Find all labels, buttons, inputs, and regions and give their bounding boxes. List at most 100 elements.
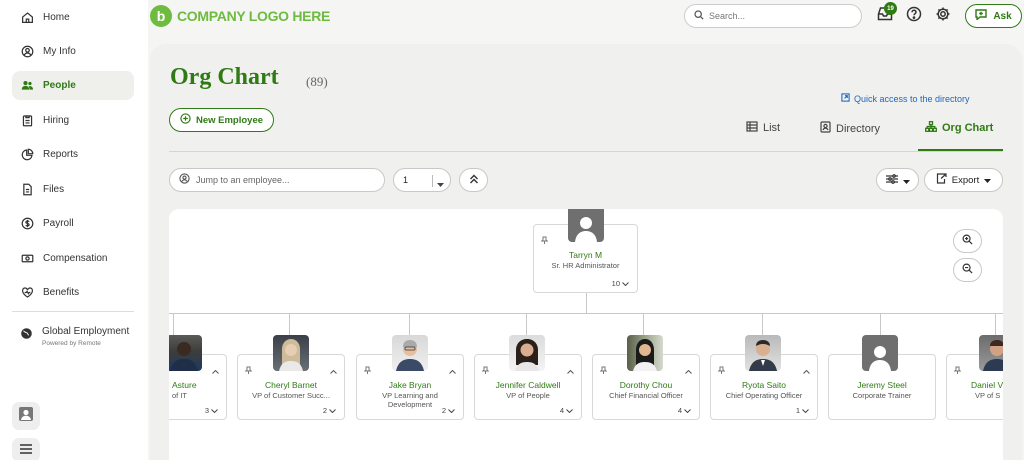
quick-access-link[interactable]: Quick access to the directory	[841, 93, 970, 104]
global-employment-subtitle: Powered by Remote	[42, 340, 101, 347]
zoom-in-button[interactable]	[953, 229, 982, 253]
sidebar-item-people[interactable]: People	[12, 71, 134, 100]
user-avatar-button[interactable]	[12, 402, 40, 430]
sidebar-item-my-info[interactable]: My Info	[12, 37, 134, 66]
org-chart-icon	[925, 121, 942, 135]
employee-title: Corporate Trainer	[852, 391, 912, 400]
home-icon	[20, 11, 34, 25]
sidebar-item-payroll[interactable]: Payroll	[12, 209, 134, 238]
collapse-all-button[interactable]	[459, 168, 488, 192]
avatar-placeholder	[862, 335, 898, 371]
tab-directory[interactable]: Directory	[820, 121, 880, 136]
levels-select[interactable]: 1	[393, 168, 451, 192]
employee-photo	[979, 335, 1003, 371]
connector	[880, 313, 881, 335]
connector	[643, 313, 644, 335]
export-button[interactable]: Export	[924, 168, 1003, 192]
employee-title: Sr. HR Administrator	[551, 261, 620, 270]
zoom-out-icon	[962, 261, 973, 279]
sidebar-item-files[interactable]: Files	[12, 175, 134, 204]
pin-icon	[540, 231, 549, 249]
gear-icon	[935, 6, 951, 27]
pin-icon	[363, 361, 372, 379]
employee-photo	[169, 335, 202, 371]
chevron-down-icon	[802, 406, 809, 415]
sidebar-item-home[interactable]: Home	[12, 3, 134, 32]
tab-list[interactable]: List	[746, 121, 780, 135]
caret-down-icon	[984, 175, 992, 186]
employee-count: (89)	[306, 74, 328, 89]
tab-org-chart[interactable]: Org Chart	[925, 121, 993, 135]
chevron-up-icon	[685, 361, 692, 379]
user-icon	[18, 406, 34, 427]
pin-icon	[481, 361, 490, 379]
employee-title: VP of People	[506, 391, 550, 400]
ask-button[interactable]: Ask	[965, 4, 1022, 28]
employee-name: Daniel V	[971, 380, 1003, 390]
sidebar-item-reports[interactable]: Reports	[12, 140, 134, 169]
jump-input[interactable]	[196, 175, 376, 185]
pin-icon	[717, 361, 726, 379]
employee-title: of IT	[172, 391, 188, 400]
zoom-in-icon	[962, 232, 973, 250]
zoom-out-button[interactable]	[953, 258, 982, 282]
caret-down-icon	[437, 179, 444, 189]
help-button[interactable]	[904, 6, 924, 26]
select-separator	[432, 175, 433, 187]
employee-title: VP of Customer Succ...	[252, 391, 330, 400]
connector-root	[586, 292, 587, 313]
employee-name: Jeremy Steel	[857, 380, 907, 390]
sidebar-item-compensation[interactable]: Compensation	[12, 244, 134, 273]
sliders-icon	[885, 171, 898, 189]
org-chart-canvas[interactable]: Tarryn M Sr. HR Administrator 10 Asture …	[169, 209, 1003, 460]
direct-reports-toggle[interactable]: 2	[442, 406, 455, 415]
avatar-placeholder	[568, 209, 604, 242]
sidebar-item-global-employment[interactable]: Global Employment Powered by Remote	[20, 326, 129, 347]
pie-chart-icon	[20, 148, 34, 162]
employee-title: VP of S	[975, 391, 1001, 400]
tabs-divider	[169, 151, 1003, 152]
employee-name: Dorothy Chou	[619, 380, 673, 390]
direct-reports-toggle[interactable]: 1	[796, 406, 809, 415]
sidebar-item-benefits[interactable]: Benefits	[12, 278, 134, 307]
chevron-down-icon	[211, 406, 218, 415]
help-icon	[906, 6, 922, 27]
direct-reports-toggle[interactable]: 2	[323, 406, 336, 415]
connector	[995, 313, 996, 335]
connector	[409, 313, 410, 335]
connector	[289, 313, 290, 335]
direct-reports-toggle[interactable]: 4	[678, 406, 691, 415]
pin-icon	[244, 361, 253, 379]
jump-to-employee[interactable]	[169, 168, 385, 192]
chevron-down-icon	[684, 406, 691, 415]
new-employee-button[interactable]: New Employee	[169, 108, 274, 132]
menu-button[interactable]	[12, 438, 40, 460]
sidebar: Home My Info People Hiring Reports Files…	[0, 0, 148, 460]
direct-reports-toggle[interactable]: 4	[560, 406, 573, 415]
direct-reports-toggle[interactable]: 10	[612, 279, 629, 288]
chevron-down-icon	[329, 406, 336, 415]
employee-name: Asture	[172, 380, 197, 390]
table-icon	[746, 121, 763, 135]
sidebar-item-hiring[interactable]: Hiring	[12, 106, 134, 135]
chevron-up-icon	[212, 361, 219, 379]
pin-icon	[599, 361, 608, 379]
employee-photo	[392, 335, 428, 371]
employee-photo	[509, 335, 545, 371]
heart-icon	[20, 286, 34, 300]
settings-button[interactable]	[933, 6, 953, 26]
export-icon	[936, 173, 947, 187]
company-logo[interactable]: b COMPANY LOGO HERE	[150, 5, 330, 27]
employee-name: Jake Bryan	[388, 380, 432, 390]
employee-photo	[627, 335, 663, 371]
user-search-icon	[179, 171, 190, 189]
search-input[interactable]	[709, 11, 849, 21]
pin-icon	[953, 361, 962, 379]
chevron-up-icon	[803, 361, 810, 379]
global-search[interactable]	[684, 4, 862, 28]
double-chevron-up-icon	[469, 171, 479, 189]
chat-icon	[975, 9, 993, 23]
filter-button[interactable]	[876, 168, 919, 192]
clipboard-icon	[20, 114, 34, 128]
direct-reports-toggle[interactable]: 3	[205, 406, 218, 415]
